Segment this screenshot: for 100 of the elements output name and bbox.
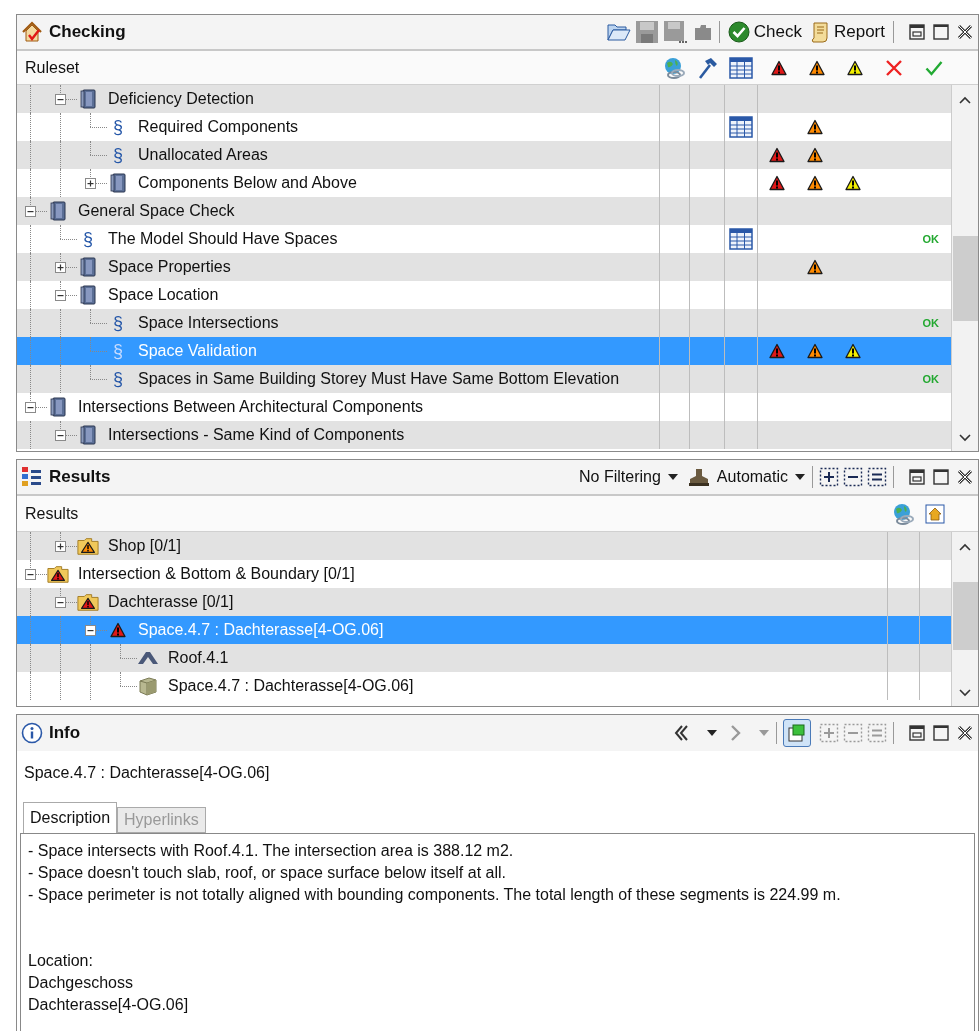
ok-status: OK bbox=[922, 371, 939, 387]
collapse-icon[interactable] bbox=[25, 205, 36, 217]
panel-title: Results bbox=[49, 466, 111, 489]
tree-row[interactable]: Roof.4.1 bbox=[17, 644, 951, 672]
expand-icon[interactable] bbox=[85, 177, 96, 189]
scrollbar-thumb[interactable] bbox=[952, 582, 978, 650]
book-icon bbox=[80, 285, 96, 305]
scroll-down-icon[interactable] bbox=[958, 433, 972, 443]
section-sign-icon: § bbox=[113, 146, 123, 164]
scroll-down-icon[interactable] bbox=[958, 688, 972, 698]
table-icon bbox=[729, 116, 753, 138]
scrollbar[interactable] bbox=[951, 85, 978, 451]
caret-icon[interactable] bbox=[794, 473, 806, 481]
section-sign-icon: § bbox=[83, 230, 93, 248]
tree-row[interactable]: Deficiency Detection bbox=[17, 85, 951, 113]
maximize-icon[interactable] bbox=[932, 468, 950, 486]
tab[interactable]: Description bbox=[23, 802, 118, 834]
description-line: Dachgeschoss bbox=[28, 973, 134, 993]
minimize-panel-icon[interactable] bbox=[908, 724, 926, 742]
info-icon bbox=[21, 722, 43, 744]
scroll-up-icon[interactable] bbox=[958, 95, 972, 105]
minimize-panel-icon[interactable] bbox=[908, 468, 926, 486]
collapse-icon[interactable] bbox=[25, 401, 36, 413]
folder-warning-icon bbox=[77, 536, 99, 556]
collapse-icon[interactable] bbox=[85, 624, 96, 636]
column-header: Results bbox=[24, 503, 80, 524]
close-icon[interactable] bbox=[956, 724, 974, 742]
hierarchy-icon bbox=[21, 466, 43, 488]
check-circle-icon bbox=[727, 21, 750, 43]
tree-item-label: Unallocated Areas bbox=[138, 145, 268, 165]
collapse-icon[interactable] bbox=[55, 596, 66, 608]
maximize-icon[interactable] bbox=[932, 724, 950, 742]
sync-toggle[interactable] bbox=[783, 719, 811, 747]
tree-row[interactable]: Space Properties bbox=[17, 253, 951, 281]
collapse-icon[interactable] bbox=[55, 289, 66, 301]
collapse-icon[interactable] bbox=[55, 93, 66, 105]
tree-item-label: Space Properties bbox=[108, 257, 231, 277]
globe-link-icon bbox=[662, 55, 686, 80]
expand-icon[interactable] bbox=[55, 261, 66, 273]
report-button[interactable]: Report bbox=[807, 19, 887, 45]
tree-item-label: Space Intersections bbox=[138, 313, 279, 333]
check-button[interactable]: Check bbox=[725, 19, 804, 45]
book-icon bbox=[50, 397, 66, 417]
expand-all-icon[interactable] bbox=[819, 467, 839, 487]
book-icon bbox=[50, 201, 66, 221]
collapse-icon[interactable] bbox=[25, 568, 36, 580]
roof-icon bbox=[137, 649, 159, 667]
folder-warning-icon bbox=[47, 564, 69, 584]
tree-row[interactable]: § Space Intersections OK bbox=[17, 309, 951, 337]
mode-dropdown[interactable]: Automatic bbox=[686, 465, 806, 489]
tree-row[interactable]: § Unallocated Areas bbox=[17, 141, 951, 169]
caret-icon[interactable] bbox=[706, 729, 718, 737]
scrollbar[interactable] bbox=[951, 532, 978, 706]
tree-row[interactable]: General Space Check bbox=[17, 197, 951, 225]
cross-icon bbox=[885, 58, 903, 77]
section-sign-icon: § bbox=[113, 342, 123, 360]
house-check-icon bbox=[21, 21, 43, 43]
maximize-icon[interactable] bbox=[932, 23, 950, 41]
column-header: Ruleset bbox=[24, 57, 81, 78]
section-sign-icon: § bbox=[113, 370, 123, 388]
ok-status: OK bbox=[922, 315, 939, 331]
tree-item-label: Dachterasse [0/1] bbox=[108, 592, 234, 612]
warning-icon bbox=[847, 59, 863, 76]
cube-icon bbox=[137, 675, 159, 697]
collapse-all-icon[interactable] bbox=[843, 467, 863, 487]
warning-icon bbox=[809, 59, 825, 76]
description-line: - Space intersects with Roof.4.1. The intersection area is 388.12 m2. bbox=[28, 841, 515, 861]
warning-icon bbox=[771, 59, 787, 76]
scroll-up-icon[interactable] bbox=[958, 542, 972, 552]
tree-row[interactable]: Dachterasse [0/1] bbox=[17, 588, 951, 616]
list-icon[interactable] bbox=[867, 467, 887, 487]
tree-item-label: Intersection & Bottom & Boundary [0/1] bbox=[78, 564, 355, 584]
tree-item-label: Space Location bbox=[108, 285, 219, 305]
check-icon bbox=[925, 58, 943, 77]
section-sign-icon: § bbox=[113, 314, 123, 332]
close-icon[interactable] bbox=[956, 23, 974, 41]
tree-item-label: Space Validation bbox=[138, 341, 257, 361]
tree-row[interactable]: Intersections - Same Kind of Components bbox=[17, 421, 951, 449]
globe-link-icon bbox=[891, 501, 915, 526]
tree-item-label: Shop [0/1] bbox=[108, 536, 181, 556]
panel-title: Checking bbox=[49, 21, 126, 44]
minimize-panel-icon[interactable] bbox=[908, 23, 926, 41]
scrollbar-thumb[interactable] bbox=[952, 236, 978, 321]
warning-icon bbox=[110, 622, 126, 638]
panel-title: Info bbox=[49, 722, 81, 745]
home-icon bbox=[925, 503, 945, 524]
filter-dropdown[interactable]: No Filtering bbox=[579, 465, 679, 489]
close-icon[interactable] bbox=[956, 468, 974, 486]
expand-icon[interactable] bbox=[55, 540, 66, 552]
collapse-icon[interactable] bbox=[55, 429, 66, 441]
tree-item-label: Space.4.7 : Dachterasse[4-OG.06] bbox=[138, 620, 384, 640]
record-icon[interactable] bbox=[692, 22, 713, 42]
open-folder-icon[interactable] bbox=[606, 22, 631, 42]
caret-icon[interactable] bbox=[666, 473, 679, 481]
description-line: - Space perimeter is not totally aligned with bounding components. The total length of these segments is 224.99 m. bbox=[28, 885, 842, 905]
save-all-icon[interactable] bbox=[662, 20, 687, 44]
save-icon[interactable] bbox=[634, 20, 659, 44]
tree-row[interactable]: Shop [0/1] bbox=[17, 532, 951, 560]
tree-row[interactable]: § Spaces in Same Building Storey Must Have Same Bottom Elevation OK bbox=[17, 365, 951, 393]
book-icon bbox=[80, 425, 96, 445]
